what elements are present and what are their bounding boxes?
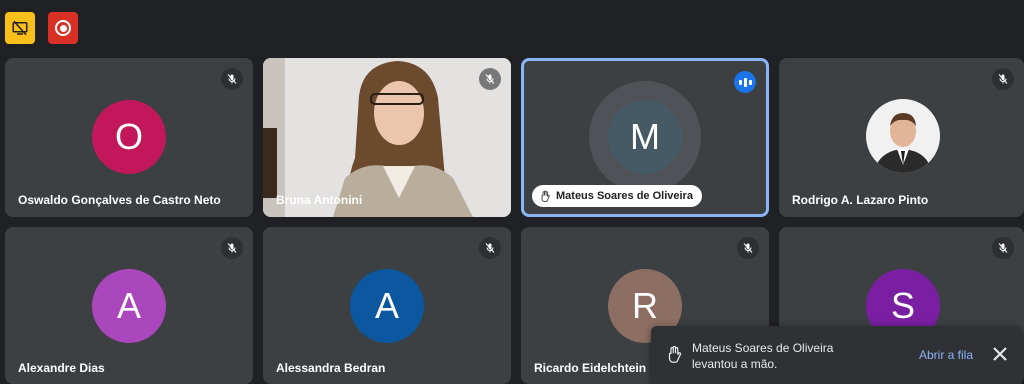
raised-hand-icon xyxy=(541,190,550,202)
participant-name: Oswaldo Gonçalves de Castro Neto xyxy=(18,193,221,207)
mic-off-icon xyxy=(992,68,1014,90)
mic-off-icon xyxy=(221,68,243,90)
screen-share-off-icon xyxy=(12,20,28,36)
participant-tile[interactable]: A Alessandra Bedran xyxy=(263,227,511,384)
avatar: M xyxy=(608,100,682,174)
participant-name: Mateus Soares de Oliveira xyxy=(556,190,693,202)
close-icon[interactable] xyxy=(993,347,1007,361)
participant-tile[interactable]: Rodrigo A. Lazaro Pinto xyxy=(779,58,1024,217)
recording-button[interactable] xyxy=(48,12,78,44)
raised-hand-chip: Mateus Soares de Oliveira xyxy=(532,185,702,207)
mic-off-icon xyxy=(737,237,759,259)
participant-tile[interactable]: O Oswaldo Gonçalves de Castro Neto xyxy=(5,58,253,217)
participant-name: Bruna Antonini xyxy=(276,193,363,207)
avatar-initial: A xyxy=(116,285,141,326)
mic-off-icon xyxy=(479,68,501,90)
participant-name: Alexandre Dias xyxy=(18,361,105,375)
participant-name: Ricardo Eidelchtein xyxy=(534,361,647,375)
avatar: A xyxy=(92,269,166,343)
profile-photo xyxy=(866,99,940,173)
raised-hand-icon xyxy=(668,345,682,363)
avatar-initial: S xyxy=(890,285,915,326)
mic-off-icon xyxy=(221,237,243,259)
notification-message: Mateus Soares de Oliveira levantou a mão… xyxy=(692,341,834,371)
avatar-initial: M xyxy=(630,116,660,157)
avatar-initial: A xyxy=(374,285,399,326)
participant-name: Rodrigo A. Lazaro Pinto xyxy=(792,193,929,207)
mic-off-icon xyxy=(992,237,1014,259)
avatar: A xyxy=(350,269,424,343)
participant-name: Alessandra Bedran xyxy=(276,361,386,375)
mic-off-icon xyxy=(479,237,501,259)
record-icon xyxy=(55,20,71,36)
screen-share-off-button[interactable] xyxy=(5,12,35,44)
avatar: O xyxy=(92,100,166,174)
top-bar xyxy=(0,0,1024,56)
raised-hand-notification: Mateus Soares de Oliveira levantou a mão… xyxy=(651,326,1022,384)
open-queue-link[interactable]: Abrir a fila xyxy=(919,348,973,362)
speaking-indicator-icon xyxy=(734,71,756,93)
participant-tile-active-speaker[interactable]: M Mateus Soares de Oliveira xyxy=(521,58,769,217)
avatar-initial: R xyxy=(632,285,658,326)
participant-tile-video[interactable]: Bruna Antonini xyxy=(263,58,511,217)
avatar-initial: O xyxy=(114,116,143,157)
participant-tile[interactable]: A Alexandre Dias xyxy=(5,227,253,384)
